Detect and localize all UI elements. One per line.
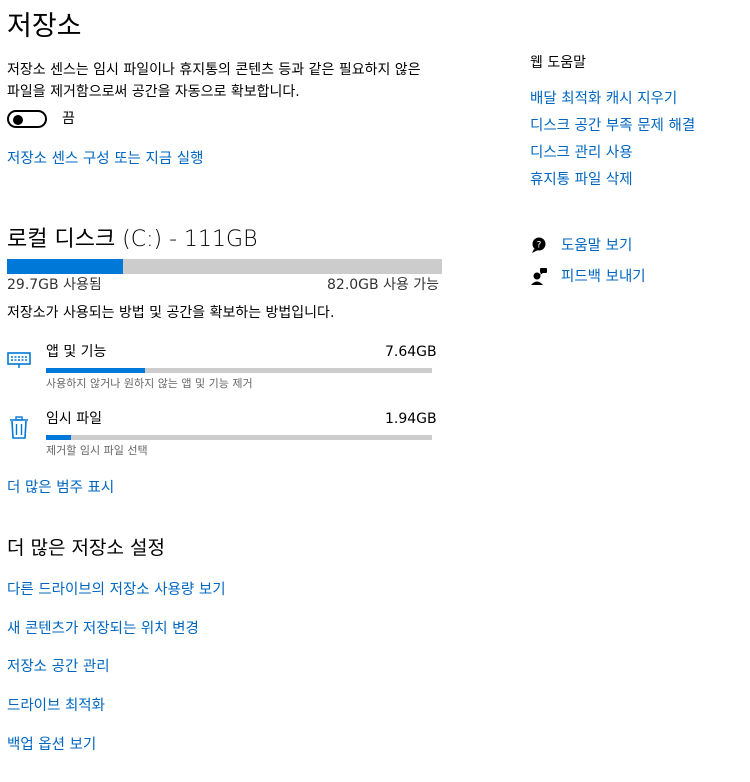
page-title: 저장소 [7,11,82,42]
category-apps-bar [46,368,432,373]
help-link-delivery-cache[interactable]: 배달 최적화 캐시 지우기 [530,87,677,108]
category-temp-files-name: 임시 파일 [46,411,102,427]
feedback-item[interactable]: 피드백 보내기 [530,267,730,287]
category-temp-files-bar [46,435,432,440]
category-apps-hint: 사용하지 않거나 원하지 않는 앱 및 기능 제거 [46,377,253,390]
disk-title: 로컬 디스크 (C:) - 111GB [7,227,258,252]
svg-text:?: ? [537,241,542,251]
storage-sense-description: 저장소 센스는 임시 파일이나 휴지통의 콘텐츠 등과 같은 필요하지 않은 파… [7,62,421,100]
category-apps-bar-fill [46,368,146,373]
disk-usage-fill [7,259,124,274]
toggle-knob [13,115,23,125]
category-apps-name: 앱 및 기능 [46,344,107,360]
help-chat-icon: ? [530,236,548,258]
disk-usage-bar [7,259,442,274]
more-settings-link-backup[interactable]: 백업 옵션 보기 [7,733,96,754]
help-link-low-disk[interactable]: 디스크 공간 부족 문제 해결 [530,114,695,135]
disk-free-label: 82.0GB 사용 가능 [327,277,440,293]
category-apps[interactable]: 앱 및 기능 7.64GB 사용하지 않거나 원하지 않는 앱 및 기능 제거 [7,343,447,393]
show-more-categories-link[interactable]: 더 많은 범주 표시 [7,476,114,497]
get-help-link[interactable]: 도움말 보기 [561,234,632,255]
feedback-person-icon [530,267,548,289]
storage-sense-toggle[interactable] [7,110,47,128]
web-help-title: 웹 도움말 [530,55,586,71]
more-settings-link-save-location[interactable]: 새 콘텐츠가 저장되는 위치 변경 [7,617,199,638]
storage-sense-toggle-state: 끔 [62,111,75,127]
category-apps-size: 7.64GB [385,344,437,360]
keyboard-icon [7,351,31,373]
feedback-link[interactable]: 피드백 보내기 [561,265,646,286]
category-temp-files[interactable]: 임시 파일 1.94GB 제거할 임시 파일 선택 [7,410,447,460]
trash-icon [9,416,29,444]
category-temp-files-size: 1.94GB [385,411,437,427]
disk-summary: 저장소가 사용되는 방법 및 공간을 확보하는 방법입니다. [7,305,335,321]
more-settings-link-other-drives[interactable]: 다른 드라이브의 저장소 사용량 보기 [7,578,226,599]
more-settings-title: 더 많은 저장소 설정 [7,537,165,559]
more-settings-link-optimize-drives[interactable]: 드라이브 최적화 [7,694,105,715]
configure-storage-sense-link[interactable]: 저장소 센스 구성 또는 지금 실행 [7,147,203,168]
get-help-item[interactable]: ? 도움말 보기 [530,236,730,256]
disk-used-label: 29.7GB 사용됨 [7,277,102,293]
category-temp-files-hint: 제거할 임시 파일 선택 [46,444,148,457]
more-settings-link-storage-spaces[interactable]: 저장소 공간 관리 [7,655,110,676]
category-temp-files-bar-fill [46,435,72,440]
help-link-disk-management[interactable]: 디스크 관리 사용 [530,141,633,162]
help-link-recycle-bin[interactable]: 휴지통 파일 삭제 [530,168,633,189]
